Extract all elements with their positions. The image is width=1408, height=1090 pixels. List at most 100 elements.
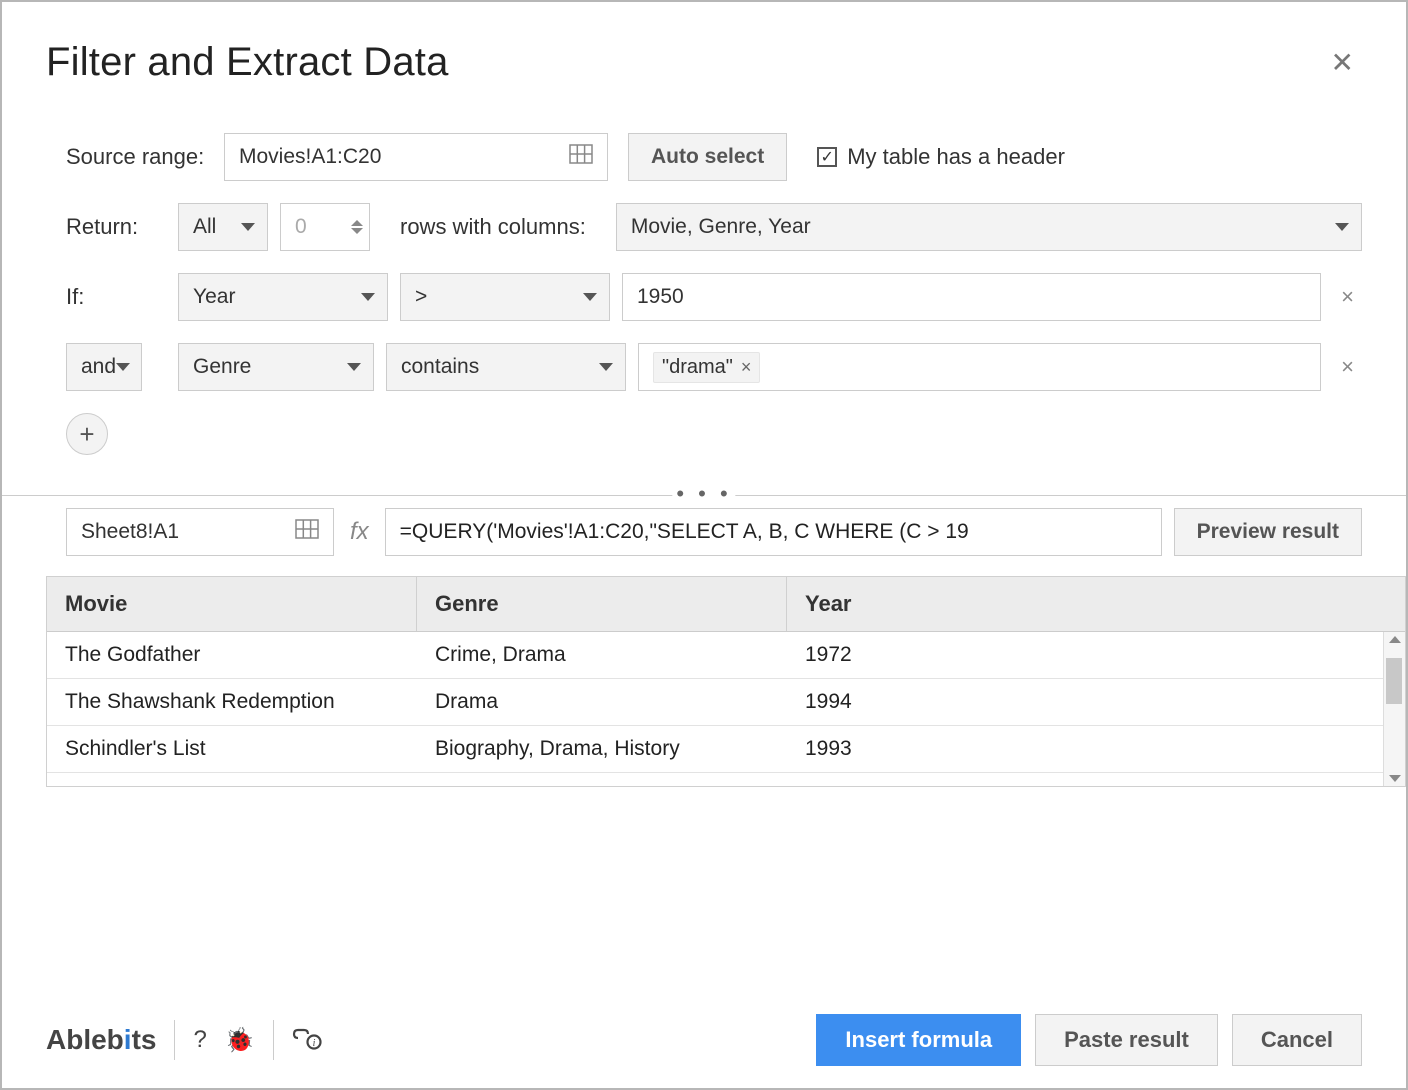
fx-icon: fx [346, 518, 373, 546]
insert-formula-button[interactable]: Insert formula [816, 1014, 1021, 1066]
if-label: If: [66, 284, 166, 310]
separator [273, 1020, 274, 1060]
col-header-genre[interactable]: Genre [417, 577, 787, 631]
paste-result-button[interactable]: Paste result [1035, 1014, 1218, 1066]
table-row: Raging Bull Biography, Drama, Sport 1980 [47, 773, 1405, 786]
destination-value: Sheet8!A1 [81, 520, 179, 544]
return-mode-select[interactable]: All [178, 203, 268, 251]
scroll-up-icon[interactable] [1389, 636, 1401, 643]
source-label: Source range: [66, 144, 212, 170]
auto-select-button[interactable]: Auto select [628, 133, 787, 181]
cell: 1980 [787, 773, 1405, 786]
value-chip[interactable]: "drama" × [653, 352, 760, 383]
preview-table: Movie Genre Year The Godfather Crime, Dr… [46, 576, 1406, 787]
condition-column-select[interactable]: Genre [178, 343, 374, 391]
columns-select[interactable]: Movie, Genre, Year [616, 203, 1362, 251]
dialog-footer: Ablebits ? 🐞 i Insert formula Paste resu… [46, 996, 1362, 1066]
condition-row-1: If: Year > 1950 × [66, 273, 1362, 321]
formula-input[interactable]: =QUERY('Movies'!A1:C20,"SELECT A, B, C W… [385, 508, 1162, 556]
dialog-title: Filter and Extract Data [46, 40, 449, 85]
header-checkbox-wrap[interactable]: ✓ My table has a header [817, 144, 1065, 170]
info-link-icon[interactable]: i [292, 1024, 322, 1057]
chevron-down-icon [583, 293, 597, 301]
spinner-down-icon[interactable] [351, 228, 363, 234]
auto-select-label: Auto select [651, 145, 764, 169]
return-label: Return: [66, 214, 166, 240]
logic-value: and [81, 355, 116, 379]
cell: Crime, Drama [417, 632, 787, 678]
condition-operator-select[interactable]: > [400, 273, 610, 321]
scroll-down-icon[interactable] [1389, 775, 1401, 782]
cell: Drama [417, 679, 787, 725]
chip-text: "drama" [662, 356, 733, 379]
scroll-thumb[interactable] [1386, 658, 1402, 704]
remove-condition-button[interactable]: × [1333, 284, 1362, 310]
header-checkbox-label: My table has a header [847, 144, 1065, 170]
return-mode-value: All [193, 215, 216, 239]
condition-value-text: 1950 [637, 285, 684, 309]
cell: 1972 [787, 632, 1405, 678]
table-row: The Shawshank Redemption Drama 1994 [47, 679, 1405, 726]
condition-operator-value: contains [401, 355, 479, 379]
header-checkbox[interactable]: ✓ [817, 147, 837, 167]
return-count-input[interactable]: 0 [280, 203, 370, 251]
content-area: Source range: Movies!A1:C20 Auto select … [46, 133, 1362, 787]
return-count-value: 0 [295, 215, 307, 239]
condition-operator-value: > [415, 285, 427, 309]
remove-condition-button[interactable]: × [1333, 354, 1362, 380]
add-condition-button[interactable]: + [66, 413, 108, 455]
dialog-header: Filter and Extract Data ✕ [46, 40, 1362, 85]
formula-text: =QUERY('Movies'!A1:C20,"SELECT A, B, C W… [400, 520, 969, 544]
source-row: Source range: Movies!A1:C20 Auto select … [66, 133, 1362, 181]
table-body: The Godfather Crime, Drama 1972 The Shaw… [47, 632, 1405, 786]
preview-result-button[interactable]: Preview result [1174, 508, 1362, 556]
number-spinner[interactable] [351, 220, 363, 234]
condition-value-input[interactable]: 1950 [622, 273, 1321, 321]
dialog-frame: Filter and Extract Data ✕ Source range: … [0, 0, 1408, 1090]
formula-row: Sheet8!A1 fx =QUERY('Movies'!A1:C20,"SEL… [66, 508, 1362, 556]
grid-icon[interactable] [295, 519, 319, 545]
col-header-movie[interactable]: Movie [47, 577, 417, 631]
logic-select[interactable]: and [66, 343, 142, 391]
destination-input[interactable]: Sheet8!A1 [66, 508, 334, 556]
cell: The Godfather [47, 632, 417, 678]
source-range-value: Movies!A1:C20 [239, 145, 381, 169]
footer-left: Ablebits ? 🐞 i [46, 1020, 322, 1060]
chevron-down-icon [599, 363, 613, 371]
cell: Raging Bull [47, 773, 417, 786]
chevron-down-icon [1335, 223, 1349, 231]
bug-icon[interactable]: 🐞 [225, 1026, 255, 1055]
help-icon[interactable]: ? [193, 1026, 206, 1054]
chevron-down-icon [347, 363, 361, 371]
table-header: Movie Genre Year [47, 577, 1405, 632]
cell: Schindler's List [47, 726, 417, 772]
condition-row-2: and Genre contains "drama" × × [66, 343, 1362, 391]
chevron-down-icon [241, 223, 255, 231]
chip-remove-icon[interactable]: × [741, 357, 752, 378]
col-header-year[interactable]: Year [787, 577, 1405, 631]
return-mid-label: rows with columns: [400, 214, 586, 240]
brand-logo: Ablebits [46, 1024, 156, 1056]
condition-value-input[interactable]: "drama" × [638, 343, 1321, 391]
grid-icon[interactable] [569, 144, 593, 170]
footer-right: Insert formula Paste result Cancel [816, 1014, 1362, 1066]
cell: 1993 [787, 726, 1405, 772]
condition-operator-select[interactable]: contains [386, 343, 626, 391]
chevron-down-icon [116, 363, 130, 371]
cell: 1994 [787, 679, 1405, 725]
condition-column-value: Genre [193, 355, 251, 379]
svg-text:i: i [312, 1038, 315, 1049]
table-row: The Godfather Crime, Drama 1972 [47, 632, 1405, 679]
cancel-button[interactable]: Cancel [1232, 1014, 1362, 1066]
spinner-up-icon[interactable] [351, 220, 363, 226]
columns-value: Movie, Genre, Year [631, 215, 811, 239]
preview-label: Preview result [1197, 520, 1339, 544]
table-row: Schindler's List Biography, Drama, Histo… [47, 726, 1405, 773]
source-range-input[interactable]: Movies!A1:C20 [224, 133, 608, 181]
chevron-down-icon [361, 293, 375, 301]
cell: Biography, Drama, Sport [417, 773, 787, 786]
drag-handle-icon[interactable]: • • • [672, 481, 735, 507]
condition-column-select[interactable]: Year [178, 273, 388, 321]
close-icon[interactable]: ✕ [1323, 42, 1362, 83]
scrollbar[interactable] [1383, 632, 1405, 786]
